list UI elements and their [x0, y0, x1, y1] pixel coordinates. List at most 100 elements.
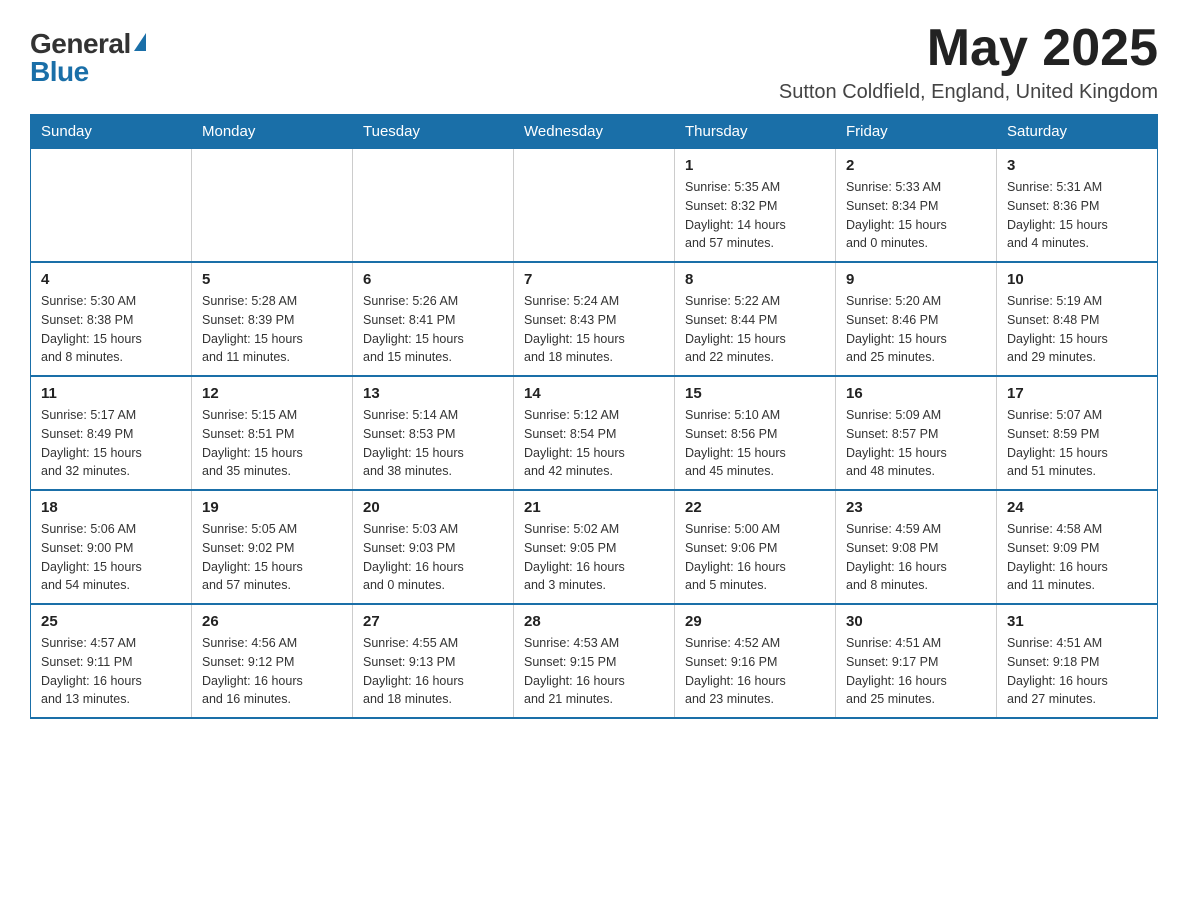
calendar-day-cell: 21 Sunrise: 5:02 AM Sunset: 9:05 PM Dayli… [514, 490, 675, 604]
weekday-header-monday: Monday [192, 115, 353, 149]
day-info: Sunrise: 5:33 AM Sunset: 8:34 PM Dayligh… [846, 178, 986, 253]
day-info: Sunrise: 4:53 AM Sunset: 9:15 PM Dayligh… [524, 634, 664, 709]
day-number: 24 [1007, 499, 1147, 516]
day-number: 26 [202, 613, 342, 630]
logo-line2: Blue [30, 56, 89, 88]
calendar-day-cell [514, 149, 675, 263]
calendar-day-cell: 31 Sunrise: 4:51 AM Sunset: 9:18 PM Dayli… [997, 604, 1158, 718]
calendar-week-row: 1 Sunrise: 5:35 AM Sunset: 8:32 PM Daylig… [31, 149, 1158, 263]
day-number: 25 [41, 613, 181, 630]
day-number: 21 [524, 499, 664, 516]
day-number: 29 [685, 613, 825, 630]
day-number: 27 [363, 613, 503, 630]
logo: General Blue [30, 20, 146, 88]
calendar-day-cell: 10Sunrise: 5:19 AM Sunset: 8:48 PM Dayli… [997, 262, 1158, 376]
calendar-day-cell: 11 Sunrise: 5:17 AM Sunset: 8:49 PM Dayli… [31, 376, 192, 490]
calendar-day-cell: 1 Sunrise: 5:35 AM Sunset: 8:32 PM Daylig… [675, 149, 836, 263]
day-info: Sunrise: 5:02 AM Sunset: 9:05 PM Dayligh… [524, 520, 664, 595]
day-info: Sunrise: 5:26 AM Sunset: 8:41 PM Dayligh… [363, 292, 503, 367]
day-info: Sunrise: 4:51 AM Sunset: 9:17 PM Dayligh… [846, 634, 986, 709]
day-info: Sunrise: 4:59 AM Sunset: 9:08 PM Dayligh… [846, 520, 986, 595]
day-info: Sunrise: 4:56 AM Sunset: 9:12 PM Dayligh… [202, 634, 342, 709]
day-number: 13 [363, 385, 503, 402]
calendar-day-cell: 14 Sunrise: 5:12 AM Sunset: 8:54 PM Dayli… [514, 376, 675, 490]
calendar-day-cell: 5Sunrise: 5:28 AM Sunset: 8:39 PM Daylig… [192, 262, 353, 376]
day-number: 30 [846, 613, 986, 630]
day-number: 4 [41, 271, 181, 288]
day-info: Sunrise: 5:07 AM Sunset: 8:59 PM Dayligh… [1007, 406, 1147, 481]
calendar-day-cell: 12Sunrise: 5:15 AM Sunset: 8:51 PM Dayli… [192, 376, 353, 490]
day-number: 19 [202, 499, 342, 516]
calendar-week-row: 18 Sunrise: 5:06 AM Sunset: 9:00 PM Dayli… [31, 490, 1158, 604]
day-info: Sunrise: 5:06 AM Sunset: 9:00 PM Dayligh… [41, 520, 181, 595]
calendar-day-cell: 15 Sunrise: 5:10 AM Sunset: 8:56 PM Dayli… [675, 376, 836, 490]
weekday-header-friday: Friday [836, 115, 997, 149]
calendar-week-row: 11 Sunrise: 5:17 AM Sunset: 8:49 PM Dayli… [31, 376, 1158, 490]
day-info: Sunrise: 5:10 AM Sunset: 8:56 PM Dayligh… [685, 406, 825, 481]
day-info: Sunrise: 5:03 AM Sunset: 9:03 PM Dayligh… [363, 520, 503, 595]
calendar-day-cell: 22 Sunrise: 5:00 AM Sunset: 9:06 PM Dayli… [675, 490, 836, 604]
day-number: 16 [846, 385, 986, 402]
calendar-day-cell: 20 Sunrise: 5:03 AM Sunset: 9:03 PM Dayli… [353, 490, 514, 604]
calendar-day-cell [353, 149, 514, 263]
day-info: Sunrise: 5:15 AM Sunset: 8:51 PM Dayligh… [202, 406, 342, 481]
logo-triangle-icon [134, 33, 146, 51]
title-area: May 2025 Sutton Coldfield, England, Unit… [779, 20, 1158, 104]
day-number: 20 [363, 499, 503, 516]
day-info: Sunrise: 5:28 AM Sunset: 8:39 PM Dayligh… [202, 292, 342, 367]
calendar-day-cell: 8Sunrise: 5:22 AM Sunset: 8:44 PM Daylig… [675, 262, 836, 376]
calendar-day-cell: 26 Sunrise: 4:56 AM Sunset: 9:12 PM Dayli… [192, 604, 353, 718]
calendar-day-cell [192, 149, 353, 263]
day-info: Sunrise: 5:14 AM Sunset: 8:53 PM Dayligh… [363, 406, 503, 481]
day-info: Sunrise: 5:12 AM Sunset: 8:54 PM Dayligh… [524, 406, 664, 481]
calendar-day-cell: 18 Sunrise: 5:06 AM Sunset: 9:00 PM Dayli… [31, 490, 192, 604]
calendar-day-cell: 17 Sunrise: 5:07 AM Sunset: 8:59 PM Dayli… [997, 376, 1158, 490]
day-info: Sunrise: 5:35 AM Sunset: 8:32 PM Dayligh… [685, 178, 825, 253]
weekday-header-tuesday: Tuesday [353, 115, 514, 149]
weekday-header-sunday: Sunday [31, 115, 192, 149]
day-info: Sunrise: 5:17 AM Sunset: 8:49 PM Dayligh… [41, 406, 181, 481]
day-info: Sunrise: 5:20 AM Sunset: 8:46 PM Dayligh… [846, 292, 986, 367]
day-number: 31 [1007, 613, 1147, 630]
day-number: 9 [846, 271, 986, 288]
day-info: Sunrise: 4:57 AM Sunset: 9:11 PM Dayligh… [41, 634, 181, 709]
calendar-day-cell: 9 Sunrise: 5:20 AM Sunset: 8:46 PM Daylig… [836, 262, 997, 376]
calendar-day-cell: 29 Sunrise: 4:52 AM Sunset: 9:16 PM Dayli… [675, 604, 836, 718]
day-info: Sunrise: 4:51 AM Sunset: 9:18 PM Dayligh… [1007, 634, 1147, 709]
weekday-header-wednesday: Wednesday [514, 115, 675, 149]
day-number: 11 [41, 385, 181, 402]
location-title: Sutton Coldfield, England, United Kingdo… [779, 81, 1158, 104]
day-info: Sunrise: 4:58 AM Sunset: 9:09 PM Dayligh… [1007, 520, 1147, 595]
day-number: 17 [1007, 385, 1147, 402]
day-number: 6 [363, 271, 503, 288]
day-number: 1 [685, 157, 825, 174]
day-info: Sunrise: 5:05 AM Sunset: 9:02 PM Dayligh… [202, 520, 342, 595]
day-info: Sunrise: 5:00 AM Sunset: 9:06 PM Dayligh… [685, 520, 825, 595]
day-number: 23 [846, 499, 986, 516]
day-info: Sunrise: 5:24 AM Sunset: 8:43 PM Dayligh… [524, 292, 664, 367]
calendar-table: SundayMondayTuesdayWednesdayThursdayFrid… [30, 114, 1158, 719]
day-number: 10 [1007, 271, 1147, 288]
day-number: 28 [524, 613, 664, 630]
calendar-day-cell: 7 Sunrise: 5:24 AM Sunset: 8:43 PM Daylig… [514, 262, 675, 376]
calendar-day-cell: 19 Sunrise: 5:05 AM Sunset: 9:02 PM Dayli… [192, 490, 353, 604]
day-number: 18 [41, 499, 181, 516]
day-number: 14 [524, 385, 664, 402]
day-info: Sunrise: 5:22 AM Sunset: 8:44 PM Dayligh… [685, 292, 825, 367]
month-title: May 2025 [779, 20, 1158, 77]
day-info: Sunrise: 4:52 AM Sunset: 9:16 PM Dayligh… [685, 634, 825, 709]
day-number: 2 [846, 157, 986, 174]
day-number: 3 [1007, 157, 1147, 174]
calendar-day-cell: 24 Sunrise: 4:58 AM Sunset: 9:09 PM Dayli… [997, 490, 1158, 604]
calendar-day-cell: 4Sunrise: 5:30 AM Sunset: 8:38 PM Daylig… [31, 262, 192, 376]
day-info: Sunrise: 5:09 AM Sunset: 8:57 PM Dayligh… [846, 406, 986, 481]
day-info: Sunrise: 4:55 AM Sunset: 9:13 PM Dayligh… [363, 634, 503, 709]
weekday-header-thursday: Thursday [675, 115, 836, 149]
page-header: General Blue May 2025 Sutton Coldfield, … [30, 20, 1158, 104]
logo-blue-text: Blue [30, 56, 89, 87]
calendar-day-cell: 27 Sunrise: 4:55 AM Sunset: 9:13 PM Dayli… [353, 604, 514, 718]
calendar-day-cell: 28 Sunrise: 4:53 AM Sunset: 9:15 PM Dayli… [514, 604, 675, 718]
day-number: 7 [524, 271, 664, 288]
day-number: 15 [685, 385, 825, 402]
day-number: 22 [685, 499, 825, 516]
